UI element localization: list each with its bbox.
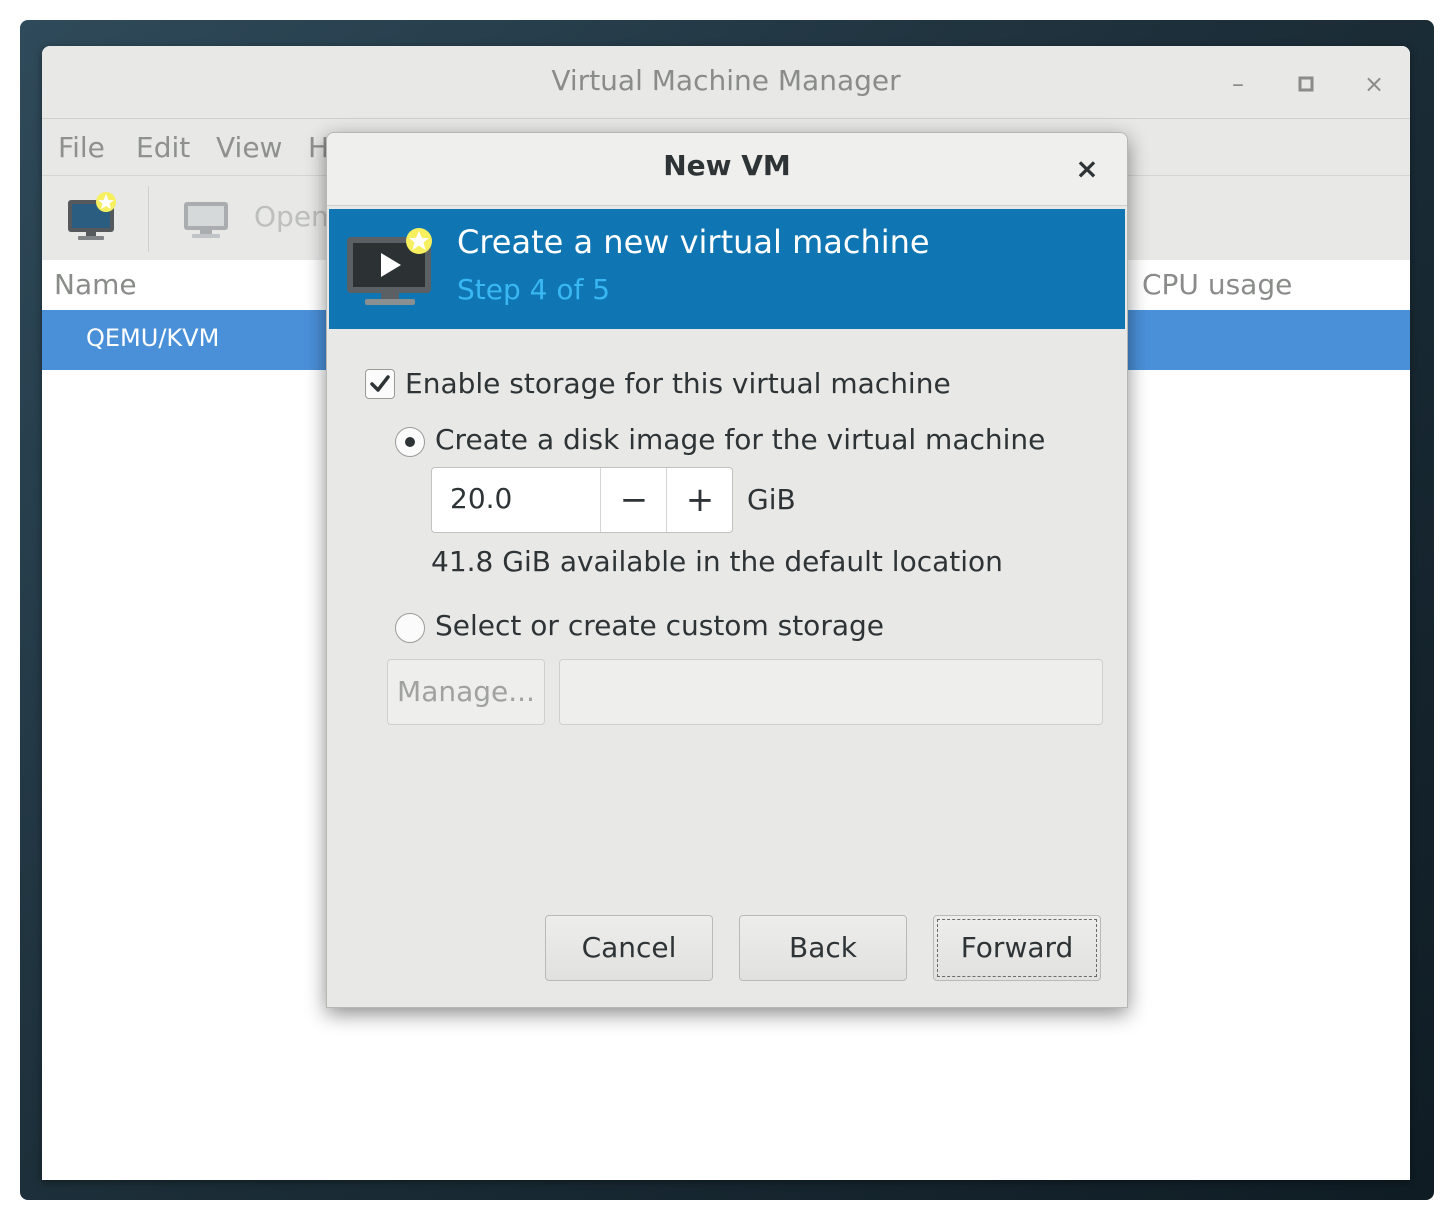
disk-size-unit: GiB bbox=[747, 483, 796, 516]
open-label: Open bbox=[254, 200, 329, 233]
forward-button[interactable]: Forward bbox=[933, 915, 1101, 981]
increase-size-button[interactable]: + bbox=[666, 468, 733, 532]
new-vm-banner-icon bbox=[347, 228, 432, 305]
enable-storage-label: Enable storage for this virtual machine bbox=[405, 367, 951, 400]
dialog-close-button[interactable]: × bbox=[1069, 151, 1105, 187]
enable-storage-checkbox[interactable] bbox=[365, 369, 395, 399]
disk-size-value[interactable]: 20.0 bbox=[450, 482, 512, 515]
menu-edit[interactable]: Edit bbox=[136, 131, 190, 164]
menu-file[interactable]: File bbox=[58, 131, 105, 164]
banner-title: Create a new virtual machine bbox=[457, 223, 930, 261]
custom-storage-label[interactable]: Select or create custom storage bbox=[435, 609, 884, 642]
radio-selected-dot bbox=[405, 437, 415, 447]
dialog-titlebar: New VM × bbox=[327, 133, 1127, 206]
storage-path-input[interactable] bbox=[559, 659, 1103, 725]
minimize-button[interactable]: – bbox=[1220, 66, 1256, 102]
available-space-text: 41.8 GiB available in the default locati… bbox=[431, 545, 1003, 578]
column-name-header[interactable]: Name bbox=[54, 268, 137, 301]
dialog-title: New VM bbox=[663, 149, 791, 182]
window-title: Virtual Machine Manager bbox=[551, 64, 901, 97]
maximize-button[interactable] bbox=[1288, 66, 1324, 102]
checkmark-icon bbox=[370, 375, 390, 392]
toolbar-separator bbox=[148, 186, 149, 252]
wizard-banner: Create a new virtual machine Step 4 of 5 bbox=[329, 209, 1125, 329]
create-disk-label[interactable]: Create a disk image for the virtual mach… bbox=[435, 423, 1045, 456]
column-cpu-header[interactable]: CPU usage bbox=[1142, 268, 1292, 301]
main-titlebar: Virtual Machine Manager – × bbox=[42, 46, 1410, 119]
new-vm-dialog: New VM × Create a new virtual machine St… bbox=[326, 132, 1128, 1008]
new-vm-icon bbox=[68, 192, 116, 240]
new-vm-toolbar-button[interactable] bbox=[64, 190, 120, 244]
open-toolbar-button[interactable] bbox=[182, 198, 230, 242]
decrease-size-button[interactable]: − bbox=[600, 468, 667, 532]
manage-button[interactable]: Manage... bbox=[387, 659, 545, 725]
cancel-button[interactable]: Cancel bbox=[545, 915, 713, 981]
disk-size-spinbutton[interactable]: 20.0 − + bbox=[431, 467, 733, 533]
maximize-icon bbox=[1298, 76, 1314, 92]
menu-view[interactable]: View bbox=[216, 131, 282, 164]
monitor-icon bbox=[184, 202, 228, 238]
create-disk-radio[interactable] bbox=[395, 427, 425, 457]
custom-storage-radio[interactable] bbox=[395, 613, 425, 643]
back-button[interactable]: Back bbox=[739, 915, 907, 981]
close-window-button[interactable]: × bbox=[1356, 66, 1392, 102]
connection-label: QEMU/KVM bbox=[86, 324, 220, 352]
banner-step: Step 4 of 5 bbox=[457, 273, 611, 306]
